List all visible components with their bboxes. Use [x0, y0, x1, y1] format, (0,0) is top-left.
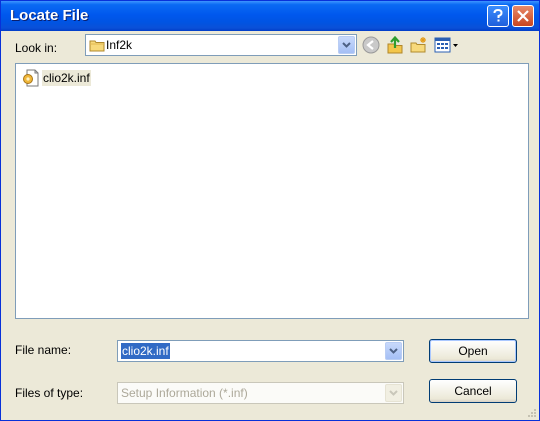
view-menu-button[interactable]: [433, 34, 461, 56]
new-folder-button[interactable]: [408, 34, 430, 56]
question-mark-icon: [493, 9, 503, 22]
new-folder-icon: [410, 37, 426, 53]
files-of-type-combobox: Setup Information (*.inf): [117, 382, 404, 404]
look-in-label: Look in:: [15, 41, 58, 55]
back-icon: [362, 36, 380, 54]
up-one-level-button[interactable]: [384, 34, 406, 56]
up-folder-icon: [387, 36, 403, 54]
open-button[interactable]: Open: [429, 339, 517, 363]
folder-icon: [89, 40, 105, 52]
file-name-text: clio2k.inf: [42, 70, 91, 86]
file-name-dropdown-button[interactable]: [385, 342, 402, 360]
setup-info-file-icon: [23, 69, 39, 87]
list-item[interactable]: clio2k.inf: [22, 68, 91, 88]
close-icon: [517, 10, 529, 22]
file-list[interactable]: clio2k.inf: [15, 63, 529, 319]
look-in-dropdown-button[interactable]: [338, 36, 355, 54]
back-button[interactable]: [360, 34, 382, 56]
files-of-type-label: Files of type:: [15, 386, 84, 400]
chevron-down-icon: [342, 42, 351, 48]
look-in-combobox[interactable]: Inf2k: [85, 34, 357, 56]
files-of-type-dropdown-button: [385, 384, 402, 402]
resize-grip-icon[interactable]: [525, 406, 537, 418]
view-menu-icon: [434, 37, 458, 53]
file-name-label: File name:: [15, 343, 72, 357]
chevron-down-icon: [389, 348, 398, 354]
close-button[interactable]: [512, 5, 534, 27]
files-of-type-value: Setup Information (*.inf): [121, 386, 248, 400]
file-name-combobox[interactable]: clio2k.inf: [117, 340, 404, 362]
cancel-button[interactable]: Cancel: [429, 379, 517, 403]
help-button[interactable]: [487, 5, 509, 27]
window-title: Locate File: [10, 7, 89, 24]
look-in-value: Inf2k: [106, 38, 133, 52]
chevron-down-icon: [389, 390, 398, 396]
locate-file-dialog: Locate File Look in: Inf2k clio2k.inf Fi…: [0, 0, 540, 421]
title-bar[interactable]: Locate File: [1, 1, 539, 31]
file-name-input[interactable]: clio2k.inf: [121, 343, 170, 359]
